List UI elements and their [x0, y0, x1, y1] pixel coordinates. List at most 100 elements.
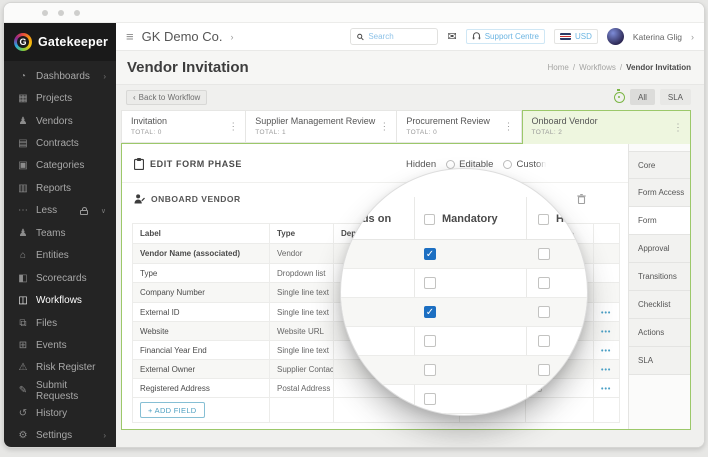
- chevron-right-icon: ›: [103, 431, 106, 441]
- main-area: ≡ GK Demo Co. › ✉: [116, 23, 704, 447]
- filter-sla-button[interactable]: SLA: [659, 89, 691, 105]
- sidebar-item-scorecards[interactable]: ◧ Scorecards: [4, 267, 116, 289]
- row-actions-icon[interactable]: •••: [601, 348, 611, 355]
- sidebar-item-vendors[interactable]: ♟ Vendors: [4, 110, 116, 132]
- sidebar-item-submit-requests[interactable]: ✎ Submit Requests: [4, 379, 116, 402]
- row-actions-icon[interactable]: •••: [601, 329, 611, 336]
- field-type-cell: Single line text: [269, 340, 334, 360]
- field-actions-cell: •••: [593, 359, 620, 379]
- sidebar-item-settings[interactable]: ⚙ Settings ›: [4, 425, 116, 447]
- page-header: Vendor Invitation Home / Workflows / Vendor …: [116, 51, 704, 85]
- history-icon: ↺: [18, 407, 28, 419]
- lock-icon: [79, 206, 88, 215]
- user-avatar[interactable]: [606, 28, 624, 45]
- currency-selector[interactable]: USD: [553, 29, 598, 44]
- radio-icon[interactable]: [446, 159, 456, 169]
- hidden-select-all-checkbox[interactable]: [538, 213, 549, 225]
- projects-icon: ▦: [18, 93, 28, 105]
- hidden-checkbox[interactable]: [538, 248, 550, 260]
- row-actions-icon[interactable]: •••: [601, 386, 611, 393]
- sla-timer-icon[interactable]: [613, 89, 625, 103]
- sidebar-item-history[interactable]: ↺ History: [4, 402, 116, 424]
- trash-icon: [577, 194, 586, 204]
- sidebar-item-label: Dashboards: [36, 70, 90, 82]
- mail-icon[interactable]: ✉: [447, 30, 456, 43]
- sidebar-item-label: Teams: [36, 227, 66, 239]
- chevron-right-icon: ›: [103, 71, 106, 81]
- delete-section-button[interactable]: [577, 194, 586, 204]
- phase-tab-total: TOTAL: 1: [255, 129, 287, 136]
- tab-checklist[interactable]: Checklist: [629, 291, 690, 319]
- sidebar-item-contracts[interactable]: ▤ Contracts: [4, 132, 116, 154]
- support-centre-button[interactable]: Support Centre: [465, 29, 545, 44]
- phase-tab-total: TOTAL: 2: [531, 129, 563, 136]
- sidebar-item-files[interactable]: ⧉ Files: [4, 312, 116, 334]
- sidebar-item-teams[interactable]: ♟ Teams: [4, 222, 116, 244]
- kebab-menu-icon[interactable]: ⋮: [504, 121, 514, 132]
- mandatory-checkbox[interactable]: [424, 364, 436, 376]
- breadcrumb-item[interactable]: Workflows: [579, 63, 616, 72]
- field-label-cell: External Owner: [132, 359, 270, 379]
- back-to-workflow-button[interactable]: ‹ Back to Workflow: [126, 89, 208, 105]
- sidebar-item-risk-register[interactable]: ⚠ Risk Register: [4, 357, 116, 379]
- field-type-cell: Single line text: [269, 282, 334, 303]
- kebab-menu-icon[interactable]: ⋮: [228, 121, 238, 132]
- sidebar-item-reports[interactable]: ▥ Reports: [4, 177, 116, 199]
- company-switcher[interactable]: GK Demo Co.: [142, 29, 223, 44]
- hamburger-menu-icon[interactable]: ≡: [126, 29, 134, 44]
- tab-core[interactable]: Core: [629, 151, 690, 179]
- mandatory-checkbox[interactable]: [424, 335, 436, 347]
- categories-icon: ▣: [18, 160, 28, 172]
- kebab-menu-icon[interactable]: ⋮: [673, 122, 683, 133]
- search-box[interactable]: [350, 28, 439, 45]
- sidebar-item-label: Events: [36, 339, 67, 351]
- radio-icon[interactable]: [503, 159, 513, 169]
- visibility-option-custom[interactable]: Custom: [503, 159, 546, 170]
- sidebar-item-label: Categories: [36, 160, 85, 172]
- phase-tab-onboard-vendor[interactable]: Onboard Vendor TOTAL: 2 ⋮: [521, 110, 691, 144]
- sidebar-item-projects[interactable]: ▦ Projects: [4, 87, 116, 109]
- sidebar-item-categories[interactable]: ▣ Categories: [4, 155, 116, 177]
- mandatory-checkbox[interactable]: [424, 277, 436, 289]
- hidden-checkbox[interactable]: [538, 364, 550, 376]
- phase-tab-procurement-review[interactable]: Procurement Review TOTAL: 0 ⋮: [397, 110, 522, 143]
- lens-row: [341, 385, 587, 414]
- sidebar-item-events[interactable]: ⊞ Events: [4, 334, 116, 356]
- tab-transitions[interactable]: Transitions: [629, 263, 690, 291]
- phase-tab-supplier-management-review[interactable]: Supplier Management Review TOTAL: 1 ⋮: [246, 110, 398, 143]
- window-dot-icon[interactable]: [58, 9, 64, 16]
- row-actions-icon[interactable]: •••: [601, 310, 611, 317]
- tab-form-access[interactable]: Form Access: [629, 179, 690, 207]
- tab-sla[interactable]: SLA: [629, 347, 690, 375]
- sidebar-item-label: Scorecards: [36, 272, 87, 284]
- breadcrumb-item[interactable]: Home: [548, 63, 569, 72]
- row-actions-icon[interactable]: •••: [601, 367, 611, 374]
- phase-tab-invitation[interactable]: Invitation TOTAL: 0 ⋮: [121, 110, 247, 143]
- visibility-option-hidden[interactable]: Hidden: [406, 159, 436, 170]
- sidebar-item-less[interactable]: ⋯ Less ∨: [4, 200, 116, 222]
- window-dot-icon[interactable]: [42, 9, 48, 16]
- flag-icon: [559, 33, 571, 40]
- sidebar-item-dashboards[interactable]: ◔ Dashboards ›: [4, 65, 116, 87]
- filter-all-button[interactable]: All: [629, 89, 655, 105]
- hidden-checkbox[interactable]: [538, 393, 550, 405]
- kebab-menu-icon[interactable]: ⋮: [379, 121, 389, 132]
- mandatory-checkbox[interactable]: [424, 306, 436, 318]
- tab-approval[interactable]: Approval: [629, 235, 690, 263]
- sidebar-item-entities[interactable]: ⌂ Entities: [4, 245, 116, 267]
- mandatory-checkbox[interactable]: [424, 393, 436, 405]
- hidden-checkbox[interactable]: [538, 306, 550, 318]
- window-dot-icon[interactable]: [74, 9, 80, 16]
- add-field-button[interactable]: + ADD FIELD: [140, 402, 205, 418]
- hidden-checkbox[interactable]: [538, 277, 550, 289]
- hidden-checkbox[interactable]: [538, 335, 550, 347]
- mandatory-select-all-checkbox[interactable]: [424, 213, 435, 225]
- search-input[interactable]: [368, 32, 432, 41]
- sidebar-item-workflows[interactable]: ◫ Workflows: [4, 289, 116, 311]
- gatekeeper-logo[interactable]: Gatekeeper: [4, 23, 116, 61]
- tab-actions[interactable]: Actions: [629, 319, 690, 347]
- mandatory-checkbox[interactable]: [424, 248, 436, 260]
- tab-form[interactable]: Form: [629, 207, 690, 235]
- user-menu[interactable]: Katerina Glig: [633, 32, 682, 42]
- sidebar-item-label: Projects: [36, 93, 73, 105]
